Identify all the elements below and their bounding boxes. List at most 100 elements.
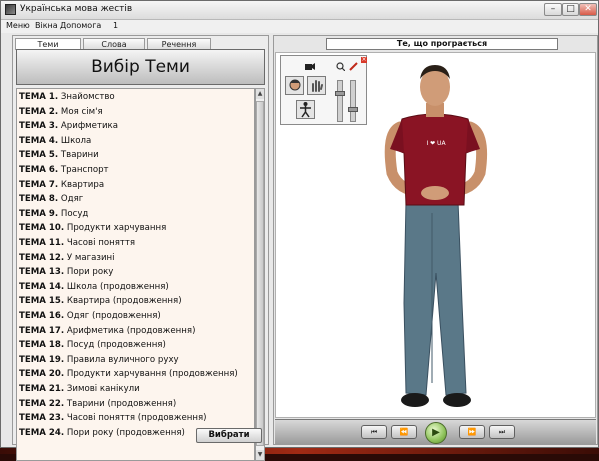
topic-name: Квартира	[60, 179, 105, 190]
topic-list-item[interactable]: ТЕМА 22. Тварини (продовження)	[19, 397, 176, 411]
scroll-thumb[interactable]	[256, 101, 264, 446]
fast-forward-button[interactable]: ⏩	[459, 425, 485, 439]
play-button[interactable]: ▶	[425, 422, 447, 444]
topic-list-item[interactable]: ТЕМА 13. Пори року	[19, 265, 113, 279]
select-button[interactable]: Вибрати	[196, 428, 262, 443]
topic-name: У магазині	[66, 252, 115, 263]
maximize-button[interactable]: □	[562, 3, 579, 16]
topic-number: ТЕМА 14.	[19, 281, 65, 292]
topic-list-item[interactable]: ТЕМА 12. У магазині	[19, 251, 115, 265]
topic-header: Вибір Теми	[16, 49, 265, 85]
close-button[interactable]: ✕	[579, 3, 597, 16]
title-bar[interactable]: Українська мова жестів – □ ✕	[1, 1, 598, 20]
topic-name: Знайомство	[60, 92, 115, 102]
topic-number: ТЕМА 4.	[19, 135, 59, 146]
topic-list-item[interactable]: ТЕМА 5. Тварини	[19, 148, 99, 162]
topic-number: ТЕМА 15.	[19, 296, 65, 307]
topic-number: ТЕМА 16.	[19, 311, 65, 321]
speed-slider[interactable]	[348, 80, 358, 122]
scroll-down-arrow-icon[interactable]: ▼	[256, 450, 264, 460]
topic-name: Продукти харчування	[66, 223, 167, 234]
topic-list-scrollbar[interactable]: ▲ ▼	[255, 88, 265, 461]
zoom-icon[interactable]	[336, 62, 345, 71]
topic-number: ТЕМА 10.	[19, 223, 65, 234]
topic-number: ТЕМА 2.	[19, 106, 59, 117]
topic-list-item[interactable]: ТЕМА 20. Продукти харчування (продовженн…	[19, 367, 238, 381]
zoom-slider[interactable]	[335, 80, 345, 122]
topic-list-item[interactable]: ТЕМА 16. Одяг (продовження)	[19, 309, 161, 323]
topic-list-item[interactable]: ТЕМА 8. Одяг	[19, 192, 83, 206]
menu-bar: Меню Вікна Допомога 1	[1, 20, 598, 33]
topic-list: ТЕМА 1. Знайомство ТЕМА 2. Моя сім'я ТЕМА …	[16, 88, 255, 461]
topic-name: Тварини	[60, 150, 99, 161]
topic-list-item[interactable]: ТЕМА 9. Посуд	[19, 207, 88, 221]
playback-panel: Те, що програється I ❤ UA × ⏮ ⏪ ▶ ⏩ ⏭	[273, 35, 598, 445]
topic-list-item[interactable]: ТЕМА 7. Квартира	[19, 178, 104, 192]
minimize-button[interactable]: –	[544, 3, 562, 16]
topic-list-item[interactable]: ТЕМА 18. Посуд (продовження)	[19, 338, 166, 352]
topic-list-item[interactable]: ТЕМА 3. Арифметика	[19, 119, 118, 133]
topic-name: Транспорт	[60, 165, 109, 175]
topic-list-item[interactable]: ТЕМА 23. Часові поняття (продовження)	[19, 411, 207, 425]
speed-slider-thumb[interactable]	[348, 107, 358, 112]
topic-number: ТЕМА 11.	[19, 238, 65, 248]
menu-item-windows[interactable]: Вікна	[35, 21, 58, 30]
topic-name: Часові поняття (продовження)	[66, 413, 207, 424]
topic-list-item[interactable]: ТЕМА 1. Знайомство	[19, 90, 115, 104]
topic-name: Квартира (продовження)	[66, 296, 182, 307]
topic-name: Школа (продовження)	[66, 281, 169, 292]
topic-number: ТЕМА 8.	[19, 194, 59, 205]
face-view-button[interactable]	[285, 76, 304, 95]
topic-number: ТЕМА 12.	[19, 252, 65, 263]
topic-number: ТЕМА 18.	[19, 340, 65, 351]
shirt-logo: I ❤ UA	[426, 140, 446, 147]
now-playing-header: Те, що програється	[326, 38, 558, 50]
close-controls-icon[interactable]: ×	[361, 57, 367, 63]
menu-item-help[interactable]: Допомога	[60, 21, 101, 30]
skip-to-end-button[interactable]: ⏭	[489, 425, 515, 439]
topic-name: Посуд	[60, 208, 89, 219]
topic-list-item[interactable]: ТЕМА 10. Продукти харчування	[19, 221, 166, 235]
app-window: Українська мова жестів – □ ✕ Меню Вікна …	[0, 0, 599, 461]
topic-list-item[interactable]: ТЕМА 2. Моя сім'я	[19, 105, 103, 119]
topic-name: Пори року (продовження)	[66, 427, 185, 438]
topic-name: Зимові канікули	[66, 384, 140, 394]
topic-list-item[interactable]: ТЕМА 21. Зимові канікули	[19, 382, 140, 396]
topic-name: Арифметика (продовження)	[66, 325, 196, 336]
topic-number: ТЕМА 7.	[19, 179, 59, 190]
pin-icon[interactable]	[349, 62, 358, 71]
full-body-view-button[interactable]	[296, 100, 315, 119]
topic-list-item[interactable]: ТЕМА 11. Часові поняття	[19, 236, 135, 250]
skip-to-start-button[interactable]: ⏮	[361, 425, 387, 439]
hand-view-button[interactable]	[307, 76, 326, 95]
menu-item-menu[interactable]: Меню	[6, 21, 30, 30]
topic-name: Пори року	[66, 267, 114, 278]
topic-list-item[interactable]: ТЕМА 19. Правила вуличного руху	[19, 353, 179, 367]
topic-number: ТЕМА 21.	[19, 384, 65, 394]
topic-list-item[interactable]: ТЕМА 24. Пори року (продовження)	[19, 426, 185, 440]
zoom-slider-thumb[interactable]	[335, 91, 345, 96]
topic-name: Моя сім'я	[60, 106, 103, 117]
hand-icon	[312, 80, 323, 92]
window-title: Українська мова жестів	[20, 4, 133, 14]
avatar-controls-box: ×	[280, 55, 367, 125]
topic-number: ТЕМА 20.	[19, 369, 65, 380]
topic-list-item[interactable]: ТЕМА 14. Школа (продовження)	[19, 280, 169, 294]
topic-name: Продукти харчування (продовження)	[66, 369, 238, 380]
topic-list-item[interactable]: ТЕМА 6. Транспорт	[19, 163, 109, 177]
topic-number: ТЕМА 9.	[19, 208, 59, 219]
topic-list-item[interactable]: ТЕМА 4. Школа	[19, 134, 91, 148]
topic-number: ТЕМА 5.	[19, 150, 59, 161]
topic-name: Школа	[60, 135, 92, 146]
face-icon	[289, 79, 301, 91]
topic-number: ТЕМА 13.	[19, 267, 65, 278]
camera-icon[interactable]	[305, 62, 315, 70]
topic-number: ТЕМА 3.	[19, 121, 59, 132]
rewind-button[interactable]: ⏪	[391, 425, 417, 439]
topic-list-item[interactable]: ТЕМА 17. Арифметика (продовження)	[19, 324, 195, 338]
menu-item-extra[interactable]: 1	[113, 21, 118, 30]
topic-name: Одяг	[60, 194, 84, 205]
scroll-up-arrow-icon[interactable]: ▲	[256, 89, 264, 99]
topic-list-item[interactable]: ТЕМА 15. Квартира (продовження)	[19, 294, 182, 308]
body-icon	[300, 102, 311, 118]
